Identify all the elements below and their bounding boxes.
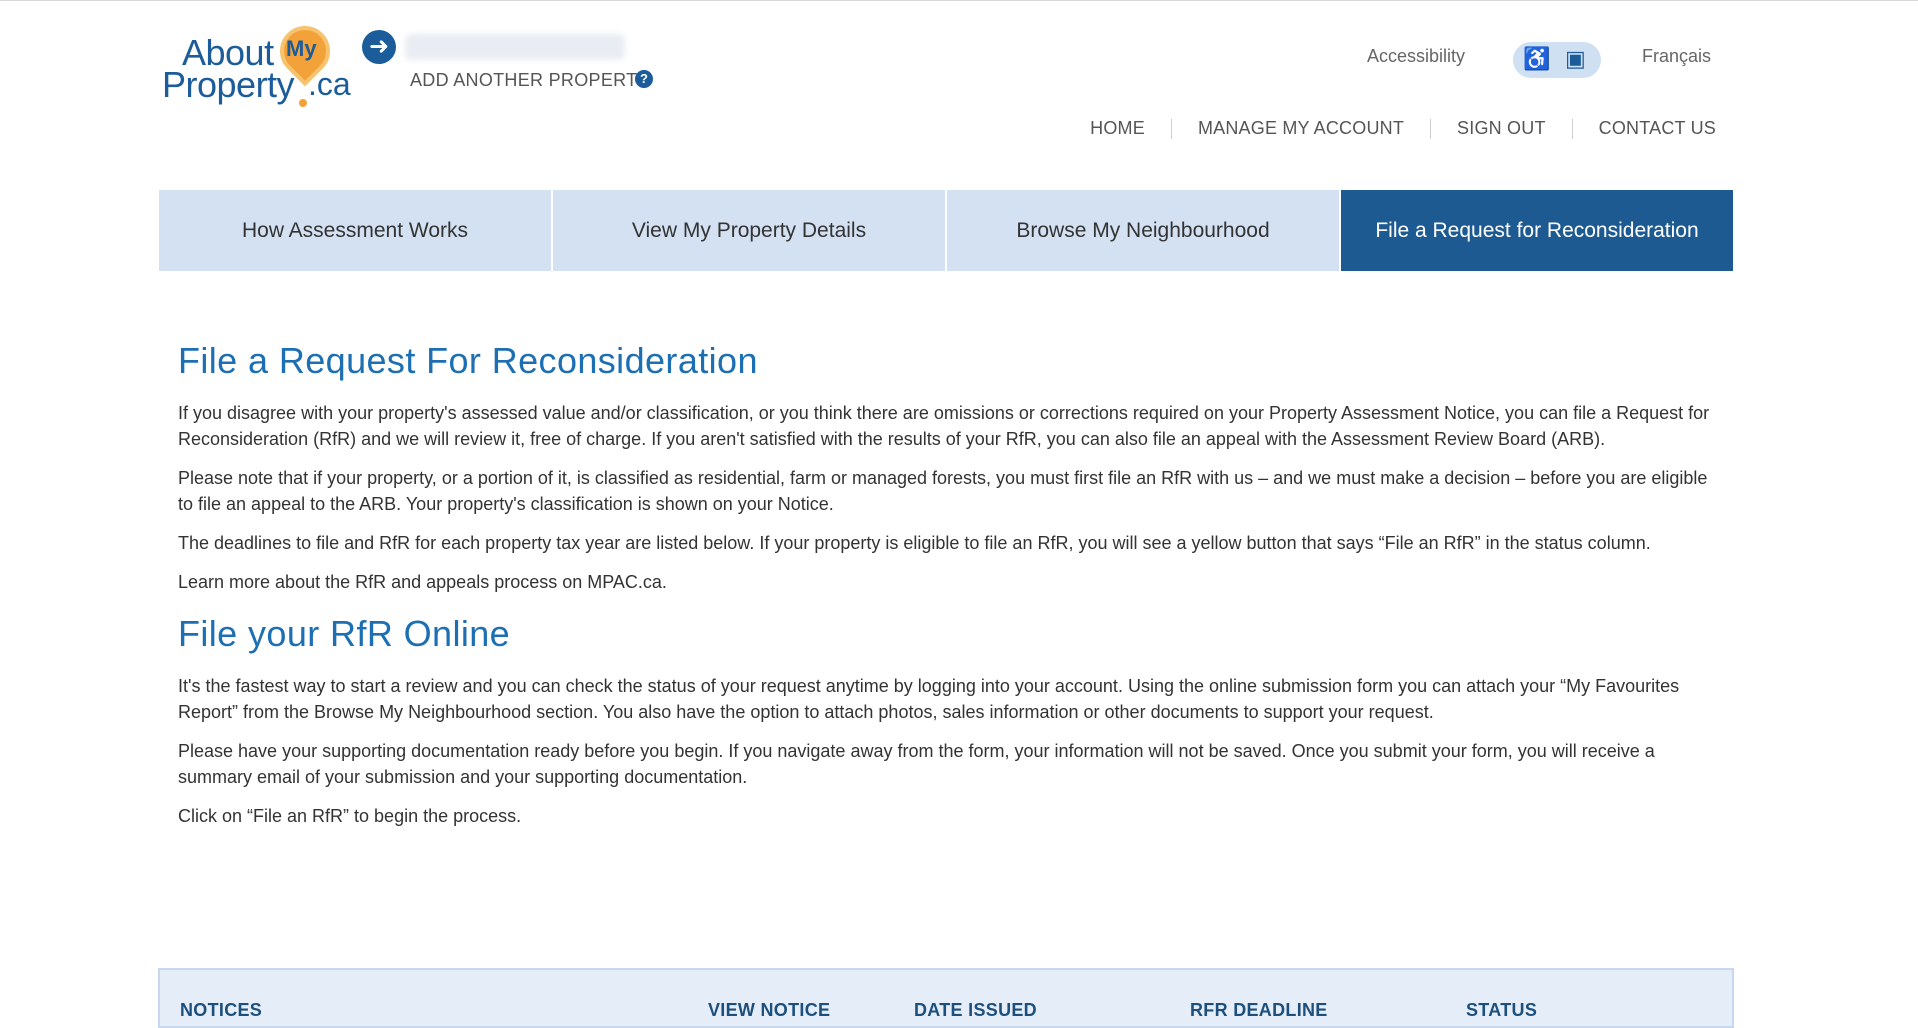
logo-ca: .ca <box>308 66 351 102</box>
classification-paragraph: Please note that if your property, or a … <box>178 468 1708 514</box>
notices-table-header: NOTICES VIEW NOTICE DATE ISSUED RFR DEAD… <box>158 968 1734 1028</box>
documentation-paragraph: Please have your supporting documentatio… <box>178 741 1655 787</box>
nav-home[interactable]: HOME <box>1064 118 1171 139</box>
learn-more-paragraph[interactable]: Learn more about the RfR and appeals pro… <box>178 569 1718 595</box>
intro-paragraph: If you disagree with your property's ass… <box>178 403 1710 449</box>
property-address-blurred <box>405 34 625 60</box>
tab-browse-my-neighbourhood[interactable]: Browse My Neighbourhood <box>947 190 1341 271</box>
logo-property: Property <box>162 64 295 105</box>
aboutmyproperty-logo[interactable]: About My Property .ca <box>160 15 351 107</box>
top-border <box>0 0 1918 1</box>
logo-my: My <box>286 36 317 61</box>
nav-sign-out[interactable]: SIGN OUT <box>1431 118 1572 139</box>
nav-contact-us[interactable]: CONTACT US <box>1573 118 1716 139</box>
accessibility-link[interactable]: Accessibility <box>1367 46 1465 67</box>
main-tabs: How Assessment Works View My Property De… <box>159 190 1733 271</box>
help-icon[interactable]: ? <box>635 70 653 88</box>
page-title: File a Request For Reconsideration <box>178 340 758 381</box>
wheelchair-icon[interactable]: ♿ <box>1523 46 1550 72</box>
online-paragraph: It's the fastest way to start a review a… <box>178 676 1680 722</box>
monitor-icon[interactable]: ▣ <box>1565 46 1586 72</box>
main-content: File a Request For Reconsideration If yo… <box>178 340 1718 842</box>
top-navigation: HOME MANAGE MY ACCOUNT SIGN OUT CONTACT … <box>1064 118 1716 139</box>
language-toggle[interactable]: Français <box>1642 46 1711 67</box>
tab-view-my-property-details[interactable]: View My Property Details <box>553 190 947 271</box>
logo-dot <box>299 99 307 107</box>
arrow-right-icon[interactable]: ➜ <box>362 30 396 64</box>
accessibility-tools[interactable]: ♿ ▣ <box>1513 42 1601 78</box>
add-another-property-link[interactable]: ADD ANOTHER PROPERTY <box>410 70 650 91</box>
deadlines-paragraph: The deadlines to file and RfR for each p… <box>178 533 1651 553</box>
nav-manage-my-account[interactable]: MANAGE MY ACCOUNT <box>1172 118 1430 139</box>
section-title-online: File your RfR Online <box>178 613 511 654</box>
begin-paragraph: Click on “File an RfR” to begin the proc… <box>178 806 522 826</box>
tab-how-assessment-works[interactable]: How Assessment Works <box>159 190 553 271</box>
tab-file-request-for-reconsideration[interactable]: File a Request for Reconsideration <box>1341 190 1733 271</box>
page: About My Property .ca ➜ ADD ANOTHER PROP… <box>0 0 1918 1028</box>
